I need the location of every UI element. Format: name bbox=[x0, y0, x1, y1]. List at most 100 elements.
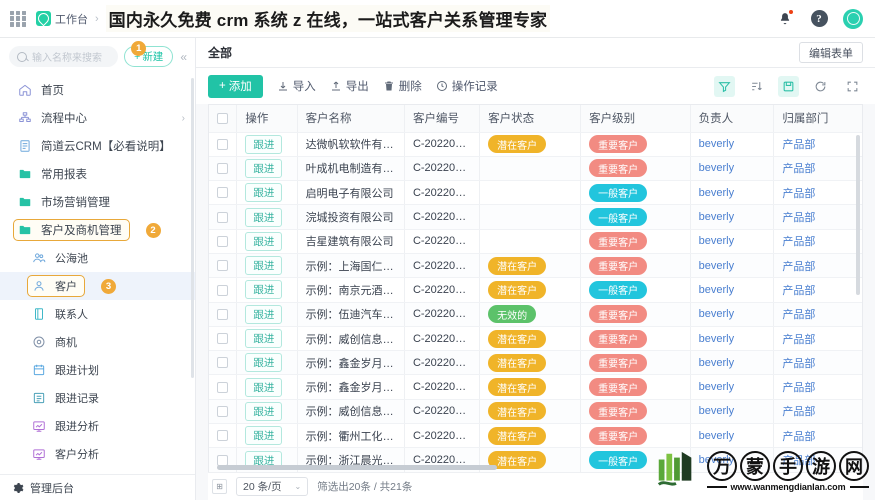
column-header-action[interactable]: 操作 bbox=[236, 105, 298, 133]
table-row[interactable]: 跟进叶成机电制造有限公...C-20220602... 重要客户 beverly产品… bbox=[209, 156, 862, 182]
follow-up-button[interactable]: 跟进 bbox=[245, 158, 283, 178]
follow-up-button[interactable]: 跟进 bbox=[245, 280, 283, 300]
refresh-icon[interactable] bbox=[810, 76, 831, 97]
sidebar-item-10[interactable]: 跟进计划 bbox=[0, 356, 195, 384]
delete-button[interactable]: 删除 bbox=[383, 78, 422, 94]
row-checkbox[interactable] bbox=[217, 454, 229, 466]
follow-up-button[interactable]: 跟进 bbox=[245, 401, 283, 421]
row-checkbox[interactable] bbox=[217, 333, 229, 345]
page-size-value: 20 条/页 bbox=[243, 481, 282, 493]
export-button[interactable]: 导出 bbox=[330, 78, 369, 94]
level-badge: 重要客户 bbox=[589, 159, 648, 178]
admin-console-link[interactable]: 管理后台 bbox=[0, 474, 195, 500]
table-row[interactable]: 跟进示例：鑫金岁月有限...C-20220519... 潜在客户 重要客户 bever… bbox=[209, 374, 862, 400]
new-button[interactable]: + 新建 1 bbox=[124, 41, 174, 67]
table-row[interactable]: 跟进示例：鑫金岁月有限...C-20220527... 潜在客户 重要客户 bever… bbox=[209, 350, 862, 376]
table-row[interactable]: 跟进示例：衢州工化集团C-20220316... 潜在客户 重要客户 beverly产… bbox=[209, 423, 862, 449]
follow-up-button[interactable]: 跟进 bbox=[245, 426, 283, 446]
sidebar-item-12[interactable]: 跟进分析 bbox=[0, 412, 195, 440]
row-checkbox[interactable] bbox=[217, 187, 229, 199]
row-checkbox[interactable] bbox=[217, 381, 229, 393]
sidebar-item-6[interactable]: 公海池 bbox=[0, 244, 195, 272]
table-row[interactable]: 跟进示例：上海国仁有限...C-20220527... 潜在客户 重要客户 bever… bbox=[209, 253, 862, 279]
column-header-name[interactable]: 客户名称 bbox=[297, 105, 405, 133]
column-header-code[interactable]: 客户编号 bbox=[404, 105, 481, 133]
row-checkbox[interactable] bbox=[217, 211, 229, 223]
row-action-cell: 跟进 bbox=[236, 423, 298, 449]
sidebar-item-0[interactable]: 首页 bbox=[0, 76, 195, 104]
sidebar-item-inner: 市场营销管理 bbox=[14, 192, 117, 212]
table-row[interactable]: 跟进达微帆软软件有限公...C-20220607... 潜在客户 重要客户 bever… bbox=[209, 132, 862, 157]
sidebar-item-label: 简道云CRM【必看说明】 bbox=[41, 141, 171, 153]
sidebar-item-13[interactable]: 客户分析 bbox=[0, 440, 195, 468]
table-row[interactable]: 跟进示例：威创信息科技...C-20220519... 潜在客户 重要客户 bever… bbox=[209, 399, 862, 425]
row-checkbox[interactable] bbox=[217, 163, 229, 175]
follow-up-button[interactable]: 跟进 bbox=[245, 377, 283, 397]
row-checkbox[interactable] bbox=[217, 406, 229, 417]
column-header-level[interactable]: 客户级别 bbox=[580, 105, 691, 133]
sidebar-item-14[interactable]: 商机分析 bbox=[0, 468, 195, 474]
import-button[interactable]: 导入 bbox=[277, 78, 316, 94]
fullscreen-icon[interactable] bbox=[842, 76, 863, 97]
sidebar-item-8[interactable]: 联系人 bbox=[0, 300, 195, 328]
table-row[interactable]: 跟进示例：伍迪汽车有限...C-20220527... 无效的 重要客户 beverl… bbox=[209, 302, 862, 327]
cell-customer-level: 重要客户 bbox=[580, 302, 691, 327]
pagination-icon[interactable]: ⊞ bbox=[212, 479, 227, 494]
row-checkbox[interactable] bbox=[217, 308, 229, 320]
breadcrumb-workspace[interactable]: 工作台 bbox=[36, 11, 88, 27]
table-row[interactable]: 跟进吉星建筑有限公司C-20220602... 重要客户 beverly产品部 bbox=[209, 229, 862, 254]
cell-customer-level: 重要客户 bbox=[580, 423, 691, 449]
follow-up-button[interactable]: 跟进 bbox=[245, 231, 283, 251]
follow-up-button[interactable]: 跟进 bbox=[245, 304, 283, 324]
sort-icon[interactable] bbox=[746, 76, 767, 97]
row-checkbox[interactable] bbox=[217, 357, 229, 369]
collapse-icon[interactable]: « bbox=[179, 50, 188, 64]
cell-customer-status bbox=[479, 180, 582, 206]
row-checkbox[interactable] bbox=[217, 430, 229, 442]
sidebar-item-3[interactable]: 常用报表 bbox=[0, 160, 195, 188]
follow-up-button[interactable]: 跟进 bbox=[245, 256, 283, 276]
avatar[interactable] bbox=[843, 8, 863, 29]
tab-all[interactable]: 全部 bbox=[208, 44, 232, 61]
follow-up-button[interactable]: 跟进 bbox=[245, 207, 283, 227]
column-header-owner[interactable]: 负责人 bbox=[690, 105, 775, 133]
row-checkbox[interactable] bbox=[217, 138, 229, 150]
follow-up-button[interactable]: 跟进 bbox=[245, 134, 283, 154]
page-size-select[interactable]: 20 条/页 ⌄ bbox=[236, 477, 309, 496]
sidebar-item-11[interactable]: 跟进记录 bbox=[0, 384, 195, 412]
search-input[interactable]: 输入名称来搜索 bbox=[9, 46, 119, 67]
table-row[interactable]: 跟进浣城投资有限公司C-20220602... 一般客户 beverly产品部 bbox=[209, 204, 862, 230]
follow-up-button[interactable]: 跟进 bbox=[245, 353, 283, 373]
row-checkbox[interactable] bbox=[217, 284, 229, 296]
select-all-checkbox[interactable] bbox=[217, 112, 229, 124]
table-row[interactable]: 跟进示例：威创信息科技...C-20220527... 潜在客户 重要客户 bever… bbox=[209, 326, 862, 352]
table-row[interactable]: 跟进示例：南京元酒药业C-20220527... 潜在客户 一般客户 beverly产… bbox=[209, 277, 862, 303]
cell-customer-level: 一般客户 bbox=[580, 180, 691, 206]
sidebar-item-5[interactable]: 客户及商机管理 2 bbox=[0, 216, 195, 244]
follow-up-button[interactable]: 跟进 bbox=[245, 183, 283, 203]
column-header-status[interactable]: 客户状态 bbox=[479, 105, 582, 133]
grid-apps-icon[interactable] bbox=[10, 10, 26, 27]
filter-icon[interactable] bbox=[714, 75, 735, 97]
sidebar-item-9[interactable]: 商机 bbox=[0, 328, 195, 356]
sidebar-scrollbar[interactable] bbox=[191, 78, 194, 378]
help-icon[interactable]: ? bbox=[809, 9, 829, 29]
save-view-icon[interactable] bbox=[778, 75, 799, 97]
table-vertical-scrollbar[interactable] bbox=[856, 135, 860, 295]
row-checkbox[interactable] bbox=[217, 235, 229, 247]
add-button[interactable]: + 添加 bbox=[208, 74, 263, 98]
sidebar-item-7[interactable]: 客户 3 bbox=[0, 272, 195, 300]
sidebar-item-inner: 客户分析 bbox=[28, 444, 106, 464]
table-row[interactable]: 跟进启明电子有限公司C-20220602... 一般客户 beverly产品部 bbox=[209, 180, 862, 206]
table-horizontal-scrollbar[interactable] bbox=[217, 465, 854, 470]
sidebar-item-2[interactable]: 简道云CRM【必看说明】 bbox=[0, 132, 195, 160]
sidebar-item-4[interactable]: 市场营销管理 bbox=[0, 188, 195, 216]
follow-up-button[interactable]: 跟进 bbox=[245, 329, 283, 349]
step-badge-2: 2 bbox=[145, 222, 161, 238]
edit-form-button[interactable]: 编辑表单 bbox=[799, 42, 863, 63]
row-checkbox[interactable] bbox=[217, 260, 229, 272]
column-header-dept[interactable]: 归属部门 bbox=[773, 105, 862, 133]
bell-icon[interactable] bbox=[775, 8, 795, 29]
operation-log-button[interactable]: 操作记录 bbox=[436, 78, 498, 94]
sidebar-item-1[interactable]: 流程中心 › bbox=[0, 104, 195, 132]
